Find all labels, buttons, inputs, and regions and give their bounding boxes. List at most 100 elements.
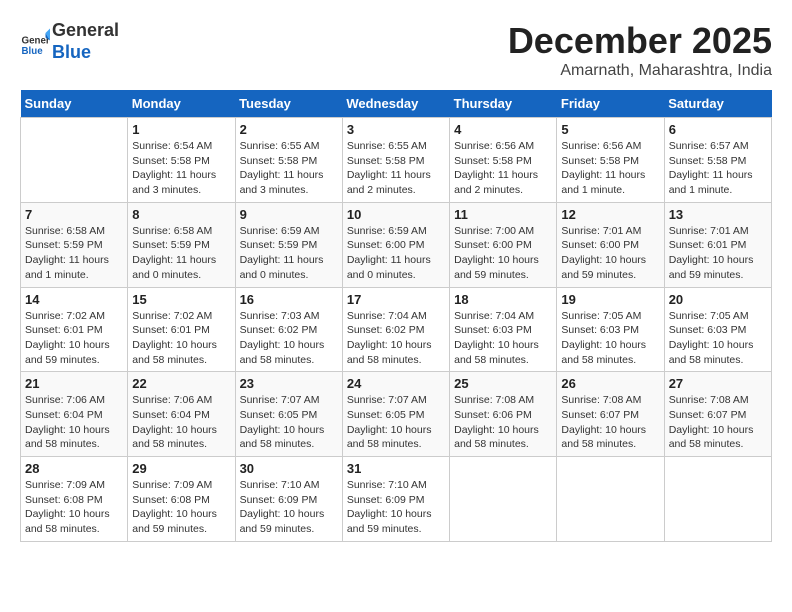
day-number: 11 <box>454 207 552 222</box>
day-number: 17 <box>347 292 445 307</box>
calendar-cell: 14 Sunrise: 7:02 AMSunset: 6:01 PMDayligh… <box>21 287 128 372</box>
calendar-cell <box>557 457 664 542</box>
day-number: 5 <box>561 122 659 137</box>
day-number: 18 <box>454 292 552 307</box>
calendar-header-wednesday: Wednesday <box>342 90 449 118</box>
day-info: Sunrise: 6:59 AMSunset: 6:00 PMDaylight:… <box>347 224 445 283</box>
day-info: Sunrise: 7:08 AMSunset: 6:07 PMDaylight:… <box>669 393 767 452</box>
day-number: 28 <box>25 461 123 476</box>
svg-text:Blue: Blue <box>22 46 44 57</box>
calendar-week-row: 28 Sunrise: 7:09 AMSunset: 6:08 PMDayligh… <box>21 457 772 542</box>
calendar-week-row: 1Sunrise: 6:54 AMSunset: 5:58 PMDaylight… <box>21 118 772 203</box>
calendar-cell: 20 Sunrise: 7:05 AMSunset: 6:03 PMDayligh… <box>664 287 771 372</box>
day-number: 29 <box>132 461 230 476</box>
calendar-cell <box>664 457 771 542</box>
logo-blue: Blue <box>52 42 119 64</box>
day-info: Sunrise: 7:06 AMSunset: 6:04 PMDaylight:… <box>132 393 230 452</box>
calendar-header-row: SundayMondayTuesdayWednesdayThursdayFrid… <box>21 90 772 118</box>
calendar-cell: 13Sunrise: 7:01 AMSunset: 6:01 PMDayligh… <box>664 202 771 287</box>
day-info: Sunrise: 6:58 AMSunset: 5:59 PMDaylight:… <box>25 224 123 283</box>
calendar-cell <box>21 118 128 203</box>
day-info: Sunrise: 7:05 AMSunset: 6:03 PMDaylight:… <box>561 309 659 368</box>
title-block: December 2025 Amarnath, Maharashtra, Ind… <box>508 20 772 80</box>
calendar-cell: 12 Sunrise: 7:01 AMSunset: 6:00 PMDayligh… <box>557 202 664 287</box>
calendar-cell: 3 Sunrise: 6:55 AMSunset: 5:58 PMDaylight… <box>342 118 449 203</box>
day-number: 14 <box>25 292 123 307</box>
day-number: 27 <box>669 376 767 391</box>
day-info: Sunrise: 6:56 AMSunset: 5:58 PMDaylight:… <box>454 139 552 198</box>
day-number: 13 <box>669 207 767 222</box>
calendar-cell: 5Sunrise: 6:56 AMSunset: 5:58 PMDaylight… <box>557 118 664 203</box>
day-info: Sunrise: 7:01 AMSunset: 6:00 PMDaylight:… <box>561 224 659 283</box>
day-number: 12 <box>561 207 659 222</box>
calendar-cell: 8 Sunrise: 6:58 AMSunset: 5:59 PMDaylight… <box>128 202 235 287</box>
day-number: 24 <box>347 376 445 391</box>
calendar-header-thursday: Thursday <box>450 90 557 118</box>
logo: General Blue General Blue <box>20 20 119 63</box>
calendar-cell: 6 Sunrise: 6:57 AMSunset: 5:58 PMDaylight… <box>664 118 771 203</box>
day-number: 22 <box>132 376 230 391</box>
day-info: Sunrise: 7:03 AMSunset: 6:02 PMDaylight:… <box>240 309 338 368</box>
day-info: Sunrise: 7:10 AMSunset: 6:09 PMDaylight:… <box>347 478 445 537</box>
calendar-week-row: 21 Sunrise: 7:06 AMSunset: 6:04 PMDayligh… <box>21 372 772 457</box>
month-title: December 2025 <box>508 20 772 62</box>
calendar-cell: 19 Sunrise: 7:05 AMSunset: 6:03 PMDayligh… <box>557 287 664 372</box>
calendar-cell: 29Sunrise: 7:09 AMSunset: 6:08 PMDayligh… <box>128 457 235 542</box>
day-info: Sunrise: 7:02 AMSunset: 6:01 PMDaylight:… <box>25 309 123 368</box>
day-info: Sunrise: 6:55 AMSunset: 5:58 PMDaylight:… <box>347 139 445 198</box>
day-info: Sunrise: 7:05 AMSunset: 6:03 PMDaylight:… <box>669 309 767 368</box>
calendar-cell <box>450 457 557 542</box>
calendar-header-saturday: Saturday <box>664 90 771 118</box>
calendar-header-friday: Friday <box>557 90 664 118</box>
day-info: Sunrise: 7:00 AMSunset: 6:00 PMDaylight:… <box>454 224 552 283</box>
calendar-cell: 24 Sunrise: 7:07 AMSunset: 6:05 PMDayligh… <box>342 372 449 457</box>
calendar-cell: 9Sunrise: 6:59 AMSunset: 5:59 PMDaylight… <box>235 202 342 287</box>
day-info: Sunrise: 6:57 AMSunset: 5:58 PMDaylight:… <box>669 139 767 198</box>
calendar-header-tuesday: Tuesday <box>235 90 342 118</box>
day-info: Sunrise: 6:58 AMSunset: 5:59 PMDaylight:… <box>132 224 230 283</box>
day-info: Sunrise: 7:07 AMSunset: 6:05 PMDaylight:… <box>347 393 445 452</box>
calendar-cell: 31 Sunrise: 7:10 AMSunset: 6:09 PMDayligh… <box>342 457 449 542</box>
calendar-cell: 18 Sunrise: 7:04 AMSunset: 6:03 PMDayligh… <box>450 287 557 372</box>
day-number: 16 <box>240 292 338 307</box>
day-info: Sunrise: 7:04 AMSunset: 6:03 PMDaylight:… <box>454 309 552 368</box>
calendar-cell: 15 Sunrise: 7:02 AMSunset: 6:01 PMDayligh… <box>128 287 235 372</box>
calendar-header-sunday: Sunday <box>21 90 128 118</box>
calendar-cell: 22 Sunrise: 7:06 AMSunset: 6:04 PMDayligh… <box>128 372 235 457</box>
calendar-cell: 17 Sunrise: 7:04 AMSunset: 6:02 PMDayligh… <box>342 287 449 372</box>
day-number: 20 <box>669 292 767 307</box>
day-number: 23 <box>240 376 338 391</box>
day-number: 3 <box>347 122 445 137</box>
calendar-header-monday: Monday <box>128 90 235 118</box>
logo-general: General <box>52 20 119 42</box>
calendar-cell: 4 Sunrise: 6:56 AMSunset: 5:58 PMDaylight… <box>450 118 557 203</box>
day-number: 4 <box>454 122 552 137</box>
day-number: 15 <box>132 292 230 307</box>
calendar-cell: 25 Sunrise: 7:08 AMSunset: 6:06 PMDayligh… <box>450 372 557 457</box>
day-info: Sunrise: 7:09 AMSunset: 6:08 PMDaylight:… <box>25 478 123 537</box>
day-number: 21 <box>25 376 123 391</box>
day-info: Sunrise: 6:54 AMSunset: 5:58 PMDaylight:… <box>132 139 230 198</box>
day-number: 10 <box>347 207 445 222</box>
day-info: Sunrise: 7:07 AMSunset: 6:05 PMDaylight:… <box>240 393 338 452</box>
day-info: Sunrise: 7:02 AMSunset: 6:01 PMDaylight:… <box>132 309 230 368</box>
day-info: Sunrise: 7:08 AMSunset: 6:06 PMDaylight:… <box>454 393 552 452</box>
day-number: 30 <box>240 461 338 476</box>
day-info: Sunrise: 7:04 AMSunset: 6:02 PMDaylight:… <box>347 309 445 368</box>
day-info: Sunrise: 7:10 AMSunset: 6:09 PMDaylight:… <box>240 478 338 537</box>
calendar-cell: 16 Sunrise: 7:03 AMSunset: 6:02 PMDayligh… <box>235 287 342 372</box>
day-number: 2 <box>240 122 338 137</box>
day-number: 25 <box>454 376 552 391</box>
calendar-cell: 10 Sunrise: 6:59 AMSunset: 6:00 PMDayligh… <box>342 202 449 287</box>
calendar-cell: 1Sunrise: 6:54 AMSunset: 5:58 PMDaylight… <box>128 118 235 203</box>
calendar-cell: 26Sunrise: 7:08 AMSunset: 6:07 PMDayligh… <box>557 372 664 457</box>
calendar-cell: 30 Sunrise: 7:10 AMSunset: 6:09 PMDayligh… <box>235 457 342 542</box>
day-number: 26 <box>561 376 659 391</box>
day-number: 19 <box>561 292 659 307</box>
logo-icon: General Blue <box>20 27 50 57</box>
day-number: 8 <box>132 207 230 222</box>
calendar-week-row: 7Sunrise: 6:58 AMSunset: 5:59 PMDaylight… <box>21 202 772 287</box>
day-number: 31 <box>347 461 445 476</box>
day-number: 6 <box>669 122 767 137</box>
calendar-cell: 7Sunrise: 6:58 AMSunset: 5:59 PMDaylight… <box>21 202 128 287</box>
